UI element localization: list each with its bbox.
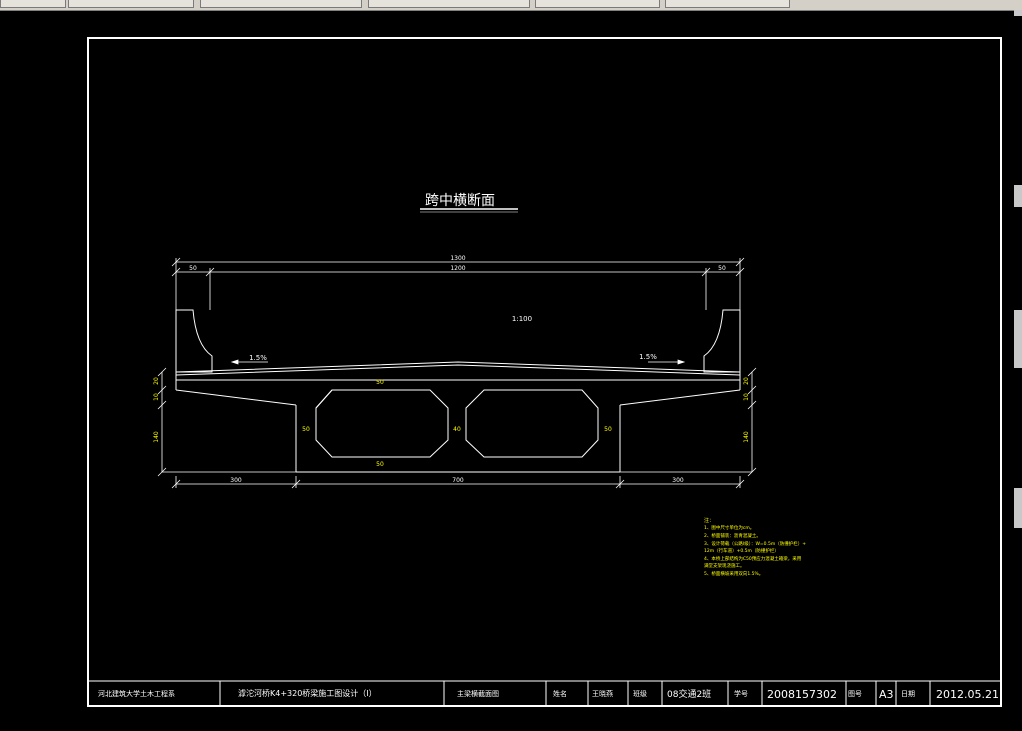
dim-top-slab: 50 <box>376 379 384 386</box>
dim-bottom-left: 300 <box>230 477 242 484</box>
design-notes: 注： 1、图中尺寸单位为cm。 2、桥面铺装：沥青混凝土。 3、设计荷载（公路Ⅰ… <box>704 517 806 577</box>
scale-label: 1:100 <box>512 315 532 323</box>
taskbar-button-3[interactable] <box>200 0 362 8</box>
dim-web-left: 50 <box>302 426 310 433</box>
note-line: 3、设计荷载（公路Ⅰ级）：W=0.5m（防撞护栏）+ <box>704 540 806 547</box>
class-label: 班级 <box>633 689 647 698</box>
drawing-title: 跨中横断面 <box>425 193 495 209</box>
date-value: 2012.05.21 <box>936 688 999 701</box>
taskbar-button-1[interactable] <box>0 0 66 8</box>
taskbar-button-2[interactable] <box>68 0 194 8</box>
right-vertical-dimensions <box>620 367 757 477</box>
slope-right-label: 1.5% <box>639 353 657 361</box>
note-line: 5、桥面横坡采用双向1.5%。 <box>704 570 763 577</box>
sheet-name: 主梁横截面图 <box>457 689 499 698</box>
box-girder-section <box>175 309 741 473</box>
note-line: 4、本桥上部结构为C50预应力混凝土箱梁，采用 <box>704 555 801 562</box>
taskbar-button-6[interactable] <box>665 0 790 8</box>
note-line: 12m（行车道）+0.5m（防撞护栏） <box>704 547 779 554</box>
dim-web-right: 50 <box>604 426 612 433</box>
dim-left-edge: 50 <box>189 265 197 272</box>
dim-left-v2: 10 <box>153 393 160 401</box>
sheet-border <box>87 37 1002 707</box>
note-line: 满堂支架现浇施工。 <box>704 562 745 569</box>
cad-drawing-canvas[interactable]: 跨中横断面 1300 1200 50 50 1:100 1.5% 1.5% 50… <box>0 10 1014 731</box>
id-label: 学号 <box>734 689 748 698</box>
dim-bottom-center: 700 <box>452 477 464 484</box>
dim-total-width: 1300 <box>450 255 465 262</box>
note-line: 1、图中尺寸单位为cm。 <box>704 524 754 531</box>
note-line: 2、桥面铺装：沥青混凝土。 <box>704 532 761 539</box>
dim-inner-width: 1200 <box>450 265 465 272</box>
dim-right-edge: 50 <box>718 265 726 272</box>
dim-right-v2: 10 <box>743 393 750 401</box>
left-vertical-dimensions <box>157 367 296 477</box>
dim-right-v1: 20 <box>743 377 750 385</box>
project-name: 滹沱河桥K4+320桥梁施工图设计（Ⅰ） <box>238 688 377 698</box>
dim-right-v3: 140 <box>743 431 750 443</box>
school-name: 河北建筑大学土木工程系 <box>98 689 175 698</box>
dim-web-mid: 40 <box>453 426 461 433</box>
designer-name: 王晓燕 <box>592 689 613 698</box>
dim-left-v3: 140 <box>153 431 160 443</box>
drawing-number: A3 <box>879 688 894 701</box>
dim-bottom-slab: 50 <box>376 461 384 468</box>
class-value: 08交通2班 <box>667 688 711 700</box>
scrollbar[interactable] <box>1014 10 1022 731</box>
dim-bottom-right: 300 <box>672 477 684 484</box>
drawing-number-label: 图号 <box>848 690 862 698</box>
taskbar-button-4[interactable] <box>368 0 530 8</box>
name-label: 姓名 <box>553 689 567 698</box>
slope-left-label: 1.5% <box>249 354 267 362</box>
student-id: 2008157302 <box>767 688 837 701</box>
dim-left-v1: 20 <box>153 377 160 385</box>
notes-header: 注： <box>704 517 714 524</box>
taskbar-button-5[interactable] <box>535 0 660 8</box>
date-label: 日期 <box>901 690 915 698</box>
